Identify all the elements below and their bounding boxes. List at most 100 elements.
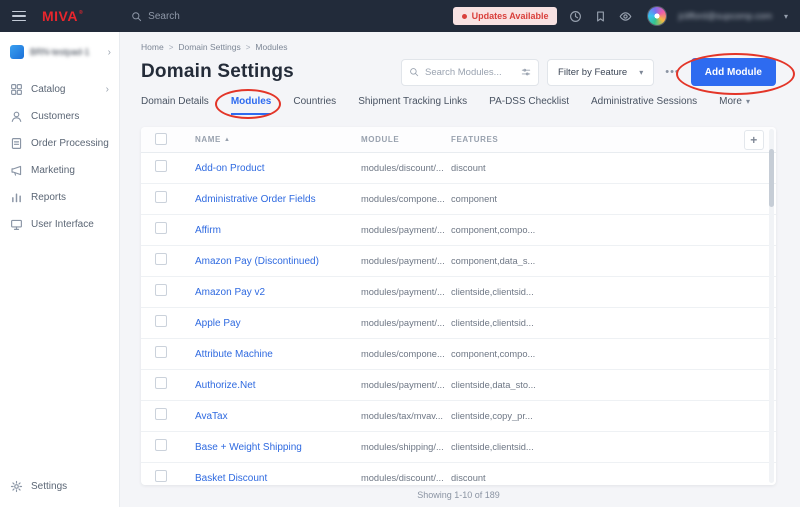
- breadcrumb-domain-settings[interactable]: Domain Settings: [178, 42, 240, 52]
- sidebar-item-marketing[interactable]: Marketing: [0, 157, 119, 184]
- marketing-icon: [11, 165, 22, 176]
- tab-administrative-sessions[interactable]: Administrative Sessions: [591, 96, 697, 115]
- module-path: modules/tax/mvav...: [361, 411, 443, 421]
- tab-countries[interactable]: Countries: [293, 96, 336, 115]
- table-row[interactable]: Administrative Order Fields modules/comp…: [141, 184, 776, 215]
- row-checkbox[interactable]: [155, 346, 167, 358]
- tab-domain-details[interactable]: Domain Details: [141, 96, 209, 115]
- filter-by-feature-dropdown[interactable]: Filter by Feature ▾: [547, 58, 655, 86]
- module-path: modules/payment/...: [361, 380, 445, 390]
- module-name-link[interactable]: Attribute Machine: [195, 349, 361, 360]
- more-actions-button[interactable]: •••: [662, 66, 683, 78]
- table-row[interactable]: Amazon Pay v2 modules/payment/... client…: [141, 277, 776, 308]
- sidebar-item-reports[interactable]: Reports: [0, 184, 119, 211]
- history-icon[interactable]: [569, 10, 582, 23]
- module-name-link[interactable]: Amazon Pay (Discontinued): [195, 256, 361, 267]
- sidebar-item-order-processing[interactable]: Order Processing: [0, 130, 119, 157]
- miva-logo[interactable]: MIVA ®: [42, 8, 83, 24]
- add-module-button[interactable]: Add Module: [690, 58, 776, 86]
- breadcrumb-modules[interactable]: Modules: [255, 42, 287, 52]
- module-name-link[interactable]: Base + Weight Shipping: [195, 442, 361, 453]
- module-name-link[interactable]: Apple Pay: [195, 318, 361, 329]
- module-name-link[interactable]: AvaTax: [195, 411, 361, 422]
- row-checkbox[interactable]: [155, 191, 167, 203]
- advanced-search-icon[interactable]: [521, 67, 531, 77]
- module-path: modules/discount/...: [361, 163, 444, 173]
- module-name-link[interactable]: Affirm: [195, 225, 361, 236]
- sidebar-item-catalog[interactable]: Catalog ›: [0, 76, 119, 103]
- bookmark-icon[interactable]: [594, 10, 607, 23]
- customers-icon: [11, 111, 22, 122]
- store-logo-icon: [10, 45, 24, 59]
- main-content: Home > Domain Settings > Modules Domain …: [121, 32, 800, 507]
- sidebar-item-customers[interactable]: Customers: [0, 103, 119, 130]
- module-path: modules/compone...: [361, 349, 445, 359]
- column-header-features[interactable]: FEATURES: [451, 135, 732, 144]
- updates-dot-icon: [461, 13, 467, 19]
- row-checkbox[interactable]: [155, 377, 167, 389]
- updates-available-button[interactable]: Updates Available: [452, 7, 558, 25]
- module-features: clientside,copy_pr...: [451, 411, 533, 421]
- chevron-right-icon: ›: [105, 84, 109, 95]
- menu-icon[interactable]: [12, 10, 26, 22]
- module-name-link[interactable]: Administrative Order Fields: [195, 194, 361, 205]
- module-path: modules/payment/...: [361, 318, 445, 328]
- row-checkbox[interactable]: [155, 470, 167, 482]
- table-row[interactable]: Attribute Machine modules/compone... com…: [141, 339, 776, 370]
- row-checkbox[interactable]: [155, 222, 167, 234]
- avatar[interactable]: [648, 7, 667, 25]
- select-all-checkbox[interactable]: [155, 132, 167, 145]
- row-checkbox[interactable]: [155, 284, 167, 296]
- column-header-module[interactable]: MODULE: [361, 135, 451, 144]
- sidebar-item-label: User Interface: [31, 219, 94, 230]
- chevron-down-icon[interactable]: ▾: [784, 12, 788, 21]
- module-name-link[interactable]: Basket Discount: [195, 473, 361, 484]
- search-modules-input[interactable]: [425, 66, 516, 78]
- column-header-name[interactable]: NAME ▲: [195, 135, 361, 144]
- sidebar-item-settings[interactable]: Settings: [0, 472, 119, 507]
- module-name-link[interactable]: Add-on Product: [195, 163, 361, 174]
- row-checkbox[interactable]: [155, 160, 167, 172]
- sidebar-item-label: Catalog: [31, 84, 66, 95]
- module-name-link[interactable]: Amazon Pay v2: [195, 287, 361, 298]
- module-path: modules/shipping/...: [361, 442, 444, 452]
- table-row[interactable]: Apple Pay modules/payment/... clientside…: [141, 308, 776, 339]
- sidebar-item-label: Order Processing: [31, 138, 109, 149]
- table-row[interactable]: Amazon Pay (Discontinued) modules/paymen…: [141, 246, 776, 277]
- table-row[interactable]: Basket Discount modules/discount/... dis…: [141, 463, 776, 485]
- module-name-link[interactable]: Authorize.Net: [195, 380, 361, 391]
- search-icon: [410, 68, 419, 77]
- global-search-input[interactable]: [148, 10, 249, 22]
- tab-shipment-tracking-links[interactable]: Shipment Tracking Links: [358, 96, 467, 115]
- row-checkbox[interactable]: [155, 439, 167, 451]
- table-row[interactable]: Add-on Product modules/discount/... disc…: [141, 153, 776, 184]
- chevron-down-icon: ▾: [639, 67, 644, 77]
- topbar: MIVA® Updates Available jclifford@supcom…: [0, 0, 800, 32]
- module-features: discount: [451, 473, 486, 483]
- add-column-button[interactable]: +: [744, 129, 764, 150]
- breadcrumb-home[interactable]: Home: [141, 42, 164, 52]
- module-features: clientside,data_sto...: [451, 380, 536, 390]
- module-path: modules/payment/...: [361, 256, 445, 266]
- search-modules-box[interactable]: [401, 58, 540, 86]
- row-checkbox[interactable]: [155, 253, 167, 265]
- tab-modules[interactable]: Modules: [230, 96, 272, 115]
- table-row[interactable]: Affirm modules/payment/... component,com…: [141, 215, 776, 246]
- row-checkbox[interactable]: [155, 315, 167, 327]
- tab-pa-dss-checklist[interactable]: PA-DSS Checklist: [489, 96, 569, 115]
- store-selector[interactable]: BRN-testpad-1 ›: [0, 32, 119, 72]
- scrollbar-thumb[interactable]: [769, 149, 774, 207]
- table-row[interactable]: Base + Weight Shipping modules/shipping/…: [141, 432, 776, 463]
- table-row[interactable]: AvaTax modules/tax/mvav... clientside,co…: [141, 401, 776, 432]
- chevron-right-icon: ›: [107, 46, 111, 58]
- table-scrollbar[interactable]: [769, 129, 774, 483]
- eye-icon[interactable]: [619, 10, 632, 23]
- user-interface-icon: [11, 219, 22, 230]
- tab-more[interactable]: More ▾: [719, 96, 750, 115]
- global-search[interactable]: [131, 10, 249, 22]
- sidebar-item-label: Reports: [31, 192, 67, 203]
- sidebar-item-user-interface[interactable]: User Interface: [0, 211, 119, 238]
- row-checkbox[interactable]: [155, 408, 167, 420]
- module-features: clientside,clientsid...: [451, 318, 534, 328]
- table-row[interactable]: Authorize.Net modules/payment/... client…: [141, 370, 776, 401]
